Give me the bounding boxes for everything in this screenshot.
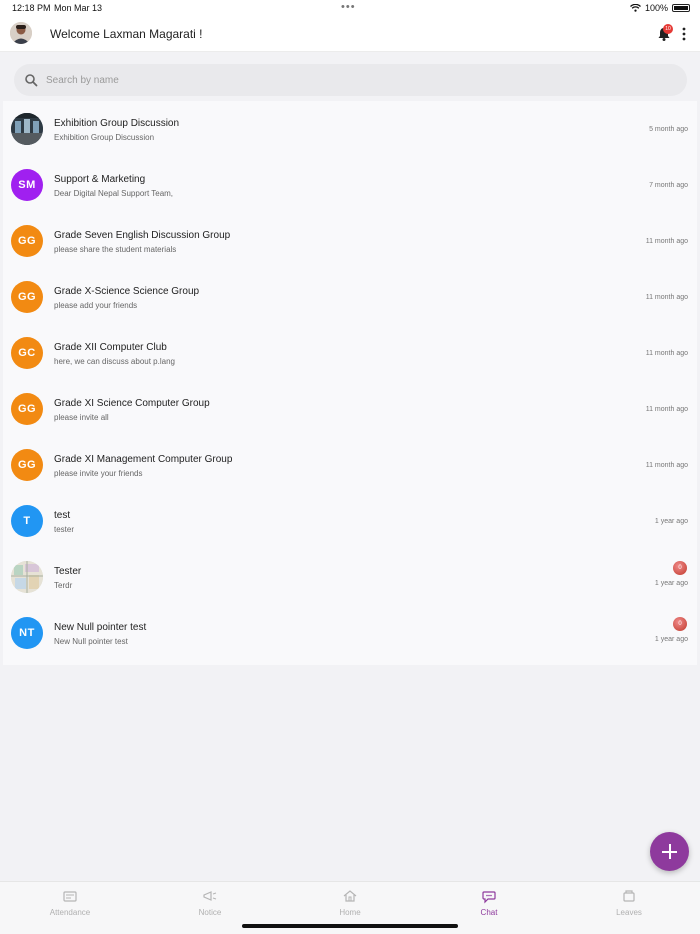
- chat-time: 11 month ago: [645, 238, 688, 245]
- chat-last-message: tester: [54, 525, 75, 534]
- chat-last-message: please add your friends: [54, 301, 138, 310]
- tab-label: Attendance: [49, 908, 91, 917]
- battery-icon: [672, 4, 690, 12]
- home-indicator[interactable]: [242, 924, 458, 928]
- chat-avatar: GG: [11, 393, 43, 425]
- tab-label: Chat: [480, 908, 498, 917]
- tab-chat[interactable]: Chat: [449, 888, 529, 917]
- chat-list: Exhibition Group Discussion Exhibition Gr…: [3, 101, 697, 665]
- chat-last-message: Terdr: [54, 581, 73, 590]
- search-icon: [25, 74, 38, 87]
- chat-time: 5 month ago: [649, 126, 688, 133]
- chat-list-item[interactable]: Tester Terdr 0 1 year ago: [3, 549, 697, 605]
- chat-time: 11 month ago: [645, 406, 688, 413]
- notification-badge: 10: [663, 24, 673, 34]
- welcome-text: Welcome Laxman Magarati !: [50, 27, 203, 41]
- status-bar: 12:18 PM Mon Mar 13 ••• 100%: [0, 0, 700, 16]
- chat-last-message: please invite all: [54, 413, 109, 422]
- status-date: Mon Mar 13: [54, 3, 103, 13]
- chat-last-message: Exhibition Group Discussion: [54, 133, 155, 142]
- chat-last-message: please invite your friends: [54, 469, 143, 478]
- chat-list-item[interactable]: GG Grade XI Science Computer Group please …: [3, 381, 697, 437]
- chat-avatar: GC: [11, 337, 43, 369]
- chat-list-item[interactable]: GG Grade XI Management Computer Group plea…: [3, 437, 697, 493]
- chat-title: Grade XII Computer Club: [54, 342, 167, 353]
- chat-avatar: T: [11, 505, 43, 537]
- status-right: 100%: [630, 3, 690, 13]
- unread-badge: 0: [673, 561, 687, 575]
- chat-title: Grade X-Science Science Group: [54, 286, 200, 297]
- multitasking-dots-icon[interactable]: •••: [341, 1, 356, 13]
- chat-list-item[interactable]: GG Grade Seven English Discussion Group pl…: [3, 213, 697, 269]
- tab-attendance[interactable]: Attendance: [30, 888, 110, 917]
- chat-avatar: GG: [11, 449, 43, 481]
- chat-avatar: [11, 113, 43, 145]
- chat-title: test: [54, 510, 71, 521]
- app-header: Welcome Laxman Magarati ! 10: [0, 16, 700, 52]
- chat-list-item[interactable]: GC Grade XII Computer Club here, we can di…: [3, 325, 697, 381]
- map-photo-icon: [11, 561, 43, 593]
- group-photo-icon: [11, 113, 43, 145]
- chat-title: Exhibition Group Discussion: [54, 118, 180, 129]
- tab-label: Leaves: [616, 908, 642, 917]
- chat-avatar: GG: [11, 225, 43, 257]
- chat-time: 11 month ago: [645, 350, 688, 357]
- chat-title: Grade Seven English Discussion Group: [54, 230, 231, 241]
- new-chat-button[interactable]: [650, 832, 689, 871]
- chat-title: Support & Marketing: [54, 174, 146, 185]
- tab-label: Notice: [198, 908, 222, 917]
- tab-leaves[interactable]: Leaves: [589, 888, 669, 917]
- chat-time: 11 month ago: [645, 462, 688, 469]
- chat-time: 1 year ago: [654, 580, 688, 587]
- leaves-icon: [623, 890, 635, 902]
- tab-notice[interactable]: Notice: [170, 888, 250, 917]
- megaphone-icon: [203, 891, 217, 901]
- chat-title: New Null pointer test: [54, 622, 147, 633]
- home-icon: [343, 890, 357, 902]
- chat-list-item[interactable]: NT New Null pointer test New Null pointer …: [3, 605, 697, 661]
- wifi-icon: [630, 4, 641, 12]
- tab-home[interactable]: Home: [310, 888, 390, 917]
- more-options-icon[interactable]: [680, 26, 688, 42]
- search-bar: [14, 64, 687, 96]
- chat-avatar: SM: [11, 169, 43, 201]
- chat-last-message: Dear Digital Nepal Support Team,: [54, 189, 174, 198]
- chat-list-item[interactable]: GG Grade X-Science Science Group please ad…: [3, 269, 697, 325]
- chat-last-message: New Null pointer test: [54, 637, 128, 646]
- attendance-icon: [63, 891, 77, 902]
- chat-title: Grade XI Science Computer Group: [54, 398, 210, 409]
- user-photo-icon: [10, 22, 32, 44]
- chat-title: Grade XI Management Computer Group: [54, 454, 233, 465]
- chat-time: 11 month ago: [645, 294, 688, 301]
- status-time: 12:18 PM: [12, 3, 51, 13]
- user-avatar[interactable]: [10, 22, 32, 44]
- chat-avatar: [11, 561, 43, 593]
- chat-list-item[interactable]: SM Support & Marketing Dear Digital Nepal …: [3, 157, 697, 213]
- search-input[interactable]: [46, 74, 646, 86]
- chat-list-item[interactable]: Exhibition Group Discussion Exhibition Gr…: [3, 101, 697, 157]
- chat-icon: [482, 891, 496, 904]
- tab-label: Home: [339, 908, 361, 917]
- chat-title: Tester: [54, 566, 82, 577]
- chat-last-message: please share the student materials: [54, 245, 177, 254]
- chat-time: 1 year ago: [654, 518, 688, 525]
- chat-avatar: GG: [11, 281, 43, 313]
- chat-avatar: NT: [11, 617, 43, 649]
- battery-percent: 100%: [644, 3, 668, 13]
- chat-list-item[interactable]: Ttest tester 1 year ago: [3, 493, 697, 549]
- chat-time: 7 month ago: [649, 182, 688, 189]
- unread-badge: 0: [673, 617, 687, 631]
- chat-last-message: here, we can discuss about p.lang: [54, 357, 175, 366]
- chat-time: 1 year ago: [654, 636, 688, 643]
